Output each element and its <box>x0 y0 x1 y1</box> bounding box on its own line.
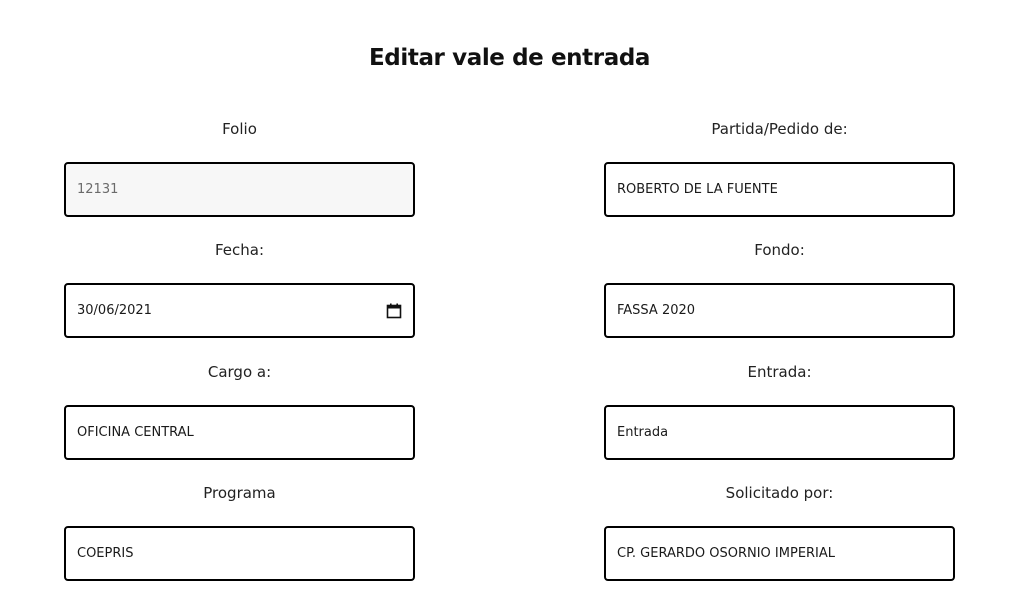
cargo-label: Cargo a: <box>207 363 272 381</box>
cargo-value: OFICINA CENTRAL <box>77 425 194 440</box>
solicitado-input[interactable]: CP. GERARDO OSORNIO IMPERIAL <box>604 526 955 581</box>
fecha-date-input[interactable]: 30/06/2021 <box>64 283 415 338</box>
folio-label: Folio <box>222 120 257 138</box>
fondo-input[interactable]: FASSA 2020 <box>604 283 955 338</box>
programa-field-group: Programa COEPRIS <box>64 483 415 581</box>
programa-input[interactable]: COEPRIS <box>64 526 415 581</box>
solicitado-label: Solicitado por: <box>725 484 834 502</box>
partida-input[interactable]: ROBERTO DE LA FUENTE <box>604 162 955 217</box>
calendar-icon[interactable] <box>386 303 402 319</box>
cargo-field-group: Cargo a: OFICINA CENTRAL <box>64 362 415 460</box>
programa-label: Programa <box>203 484 276 502</box>
entrada-field-group: Entrada: Entrada <box>604 362 955 460</box>
partida-label: Partida/Pedido de: <box>711 120 848 138</box>
programa-value: COEPRIS <box>77 546 134 561</box>
cargo-input[interactable]: OFICINA CENTRAL <box>64 405 415 460</box>
folio-value: 12131 <box>77 182 119 197</box>
fecha-value: 30/06/2021 <box>77 303 152 318</box>
entrada-value: Entrada <box>617 425 669 440</box>
entrada-label: Entrada: <box>747 363 812 381</box>
fondo-field-group: Fondo: FASSA 2020 <box>604 240 955 338</box>
fondo-value: FASSA 2020 <box>617 303 696 318</box>
fecha-field-group: Fecha: 30/06/2021 <box>64 240 415 338</box>
page-title: Editar vale de entrada <box>368 45 650 71</box>
edit-entry-voucher-form: Editar vale de entrada Folio 12131 Parti… <box>0 0 1023 608</box>
solicitado-value: CP. GERARDO OSORNIO IMPERIAL <box>617 546 836 561</box>
folio-field-group: Folio 12131 <box>64 119 415 217</box>
folio-input[interactable]: 12131 <box>64 162 415 217</box>
fondo-label: Fondo: <box>754 241 805 259</box>
partida-field-group: Partida/Pedido de: ROBERTO DE LA FUENTE <box>604 119 955 217</box>
fecha-label: Fecha: <box>214 241 265 259</box>
partida-value: ROBERTO DE LA FUENTE <box>617 182 778 197</box>
entrada-input[interactable]: Entrada <box>604 405 955 460</box>
solicitado-field-group: Solicitado por: CP. GERARDO OSORNIO IMPE… <box>604 483 955 581</box>
